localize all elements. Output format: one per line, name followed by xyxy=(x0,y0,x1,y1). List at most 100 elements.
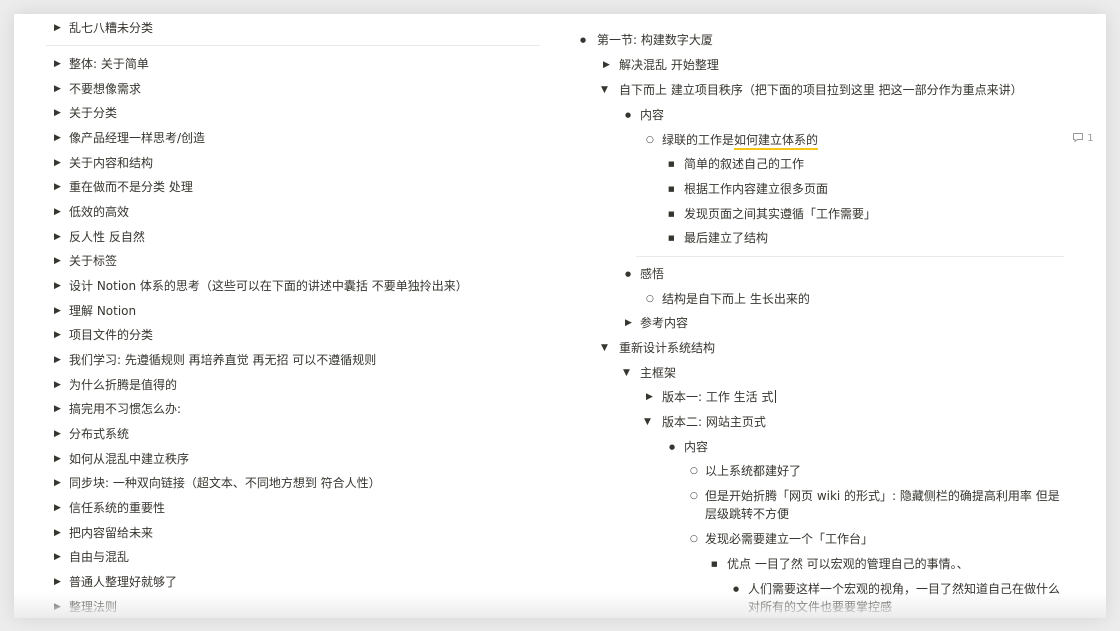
toggle-item[interactable]: 设计 Notion 体系的思考（这些可以在下面的讲述中囊括 不要单独拎出来） xyxy=(69,277,468,295)
toggle-arrow-icon[interactable]: ▶ xyxy=(54,425,61,443)
toggle-arrow-icon[interactable]: ▶ xyxy=(54,598,61,616)
toggle-arrow-icon[interactable]: ▶ xyxy=(54,154,61,172)
list-item[interactable]: 但是开始折腾「网页 wiki 的形式」: 隐藏侧栏的确提高利用率 但是层级跳转不… xyxy=(705,487,1065,523)
bullet-disc-icon: ● xyxy=(625,111,632,119)
toggle-arrow-icon[interactable]: ▶ xyxy=(54,400,61,418)
toggle-expanded-icon[interactable]: ▼ xyxy=(644,413,651,431)
toggle-arrow-icon[interactable]: ▶ xyxy=(54,104,61,122)
toggle-item[interactable]: 不要想像需求 xyxy=(69,80,141,98)
toggle-arrow-icon[interactable]: ▶ xyxy=(54,524,61,542)
list-item-work-system[interactable]: 绿联的工作是如何建立体系的 xyxy=(662,131,819,150)
bullet-square-icon: ■ xyxy=(668,160,675,168)
toggle-arrow-icon[interactable]: ▶ xyxy=(54,129,61,147)
toggle-arrow-icon[interactable]: ▶ xyxy=(54,178,61,196)
comment-indicator[interactable]: 1 xyxy=(1072,132,1094,146)
toggle-item[interactable]: 项目文件的分类 xyxy=(69,326,153,344)
toggle-item[interactable]: 普通人整理好就够了 xyxy=(69,573,177,591)
list-item[interactable]: 发现页面之间其实遵循「工作需要」 xyxy=(684,205,876,223)
toggle-arrow-icon[interactable]: ▶ xyxy=(54,474,61,492)
bullet-square-icon: ■ xyxy=(668,185,675,193)
bullet-square-icon: ■ xyxy=(668,234,675,242)
bullet-circle-icon: ○ xyxy=(646,294,654,304)
toggle-item-main-frame[interactable]: 主框架 xyxy=(640,364,676,382)
toggle-item[interactable]: 整体: 关于简单 xyxy=(69,55,149,73)
list-item-content[interactable]: 内容 xyxy=(640,106,664,124)
toggle-arrow-icon[interactable]: ▶ xyxy=(646,388,653,406)
toggle-item[interactable]: 分布式系统 xyxy=(69,425,129,443)
version-one-text: 版本一: 工作 生活 式 xyxy=(662,390,774,404)
list-item[interactable]: 根据工作内容建立很多页面 xyxy=(684,180,828,198)
comment-count: 1 xyxy=(1087,133,1094,144)
toggle-item[interactable]: 理解 Notion xyxy=(69,302,136,320)
toggle-item-uncategorized[interactable]: 乱七八糟未分类 xyxy=(69,19,153,37)
list-item[interactable]: 发现必需要建立一个「工作台」 xyxy=(705,530,873,548)
toggle-expanded-icon[interactable]: ▼ xyxy=(601,339,608,357)
toggle-item-bottom-up[interactable]: 自下而上 建立项目秩序（把下面的项目拉到这里 把这一部分作为重点来讲） xyxy=(619,81,1023,99)
toggle-expanded-icon[interactable]: ▼ xyxy=(623,364,630,382)
bullet-circle-icon: ○ xyxy=(646,135,654,145)
toggle-item[interactable]: 低效的高效 xyxy=(69,203,129,221)
toggle-expanded-icon[interactable]: ▼ xyxy=(601,81,608,99)
toggle-arrow-icon[interactable]: ▶ xyxy=(54,203,61,221)
toggle-arrow-icon[interactable]: ▶ xyxy=(603,56,610,74)
toggle-item[interactable]: 搞完用不习惯怎么办: xyxy=(69,400,181,418)
toggle-item[interactable]: 同步块: 一种双向链接（超文本、不同地方想到 符合人性） xyxy=(69,474,381,492)
bullet-square-icon: ■ xyxy=(668,210,675,218)
highlighted-commented-text[interactable]: 如何建立体系的 xyxy=(734,133,819,150)
list-item-content[interactable]: 内容 xyxy=(684,438,708,456)
list-item[interactable]: 人们需要这样一个宏观的视角，一目了然知道自己在做什么 对所有的文件也要要掌控感 xyxy=(748,580,1066,616)
list-item-insight[interactable]: 感悟 xyxy=(640,265,664,283)
toggle-item[interactable]: 关于内容和结构 xyxy=(69,154,153,172)
bullet-circle-icon: ○ xyxy=(690,466,698,476)
list-item-advantage[interactable]: 优点 一目了然 可以宏观的管理自己的事情。、 xyxy=(727,555,969,573)
toggle-arrow-icon[interactable]: ▶ xyxy=(54,80,61,98)
bullet-disc-icon: ● xyxy=(580,36,587,44)
toggle-item-version-two[interactable]: 版本二: 网站主页式 xyxy=(662,413,766,431)
list-item[interactable]: 简单的叙述自己的工作 xyxy=(684,155,804,173)
toggle-item-redesign[interactable]: 重新设计系统结构 xyxy=(619,339,715,357)
toggle-arrow-icon[interactable]: ▶ xyxy=(54,499,61,517)
toggle-item[interactable]: 我们学习: 先遵循规则 再培养直觉 再无招 可以不遵循规则 xyxy=(69,351,376,369)
toggle-item[interactable]: 如何从混乱中建立秩序 xyxy=(69,450,189,468)
toggle-item-reference[interactable]: 参考内容 xyxy=(640,314,688,332)
toggle-arrow-icon[interactable]: ▶ xyxy=(54,302,61,320)
list-item[interactable]: 结构是自下而上 生长出来的 xyxy=(662,290,810,308)
toggle-item-solve-chaos[interactable]: 解决混乱 开始整理 xyxy=(619,56,719,74)
toggle-arrow-icon[interactable]: ▶ xyxy=(54,277,61,295)
toggle-arrow-icon[interactable]: ▶ xyxy=(54,450,61,468)
toggle-item[interactable]: 把内容留给未来 xyxy=(69,524,153,542)
toggle-item[interactable]: 信任系统的重要性 xyxy=(69,499,165,517)
toggle-item[interactable]: 重在做而不是分类 处理 xyxy=(69,178,193,196)
toggle-arrow-icon[interactable]: ▶ xyxy=(54,573,61,591)
toggle-arrow-icon[interactable]: ▶ xyxy=(54,55,61,73)
toggle-item[interactable]: 像产品经理一样思考/创造 xyxy=(69,129,205,147)
toggle-item[interactable]: 关于标签 xyxy=(69,252,117,270)
toggle-arrow-icon[interactable]: ▶ xyxy=(54,19,61,37)
toggle-arrow-icon[interactable]: ▶ xyxy=(54,351,61,369)
toggle-arrow-icon[interactable]: ▶ xyxy=(54,252,61,270)
notion-page: ▶ 乱七八糟未分类 ▶ 整体: 关于简单 ▶ 不要想像需求 ▶ 关于分类 ▶ 像… xyxy=(14,14,1106,618)
toggle-item[interactable]: 反人性 反自然 xyxy=(69,228,145,246)
bullet-circle-icon: ○ xyxy=(690,534,698,544)
toggle-arrow-icon[interactable]: ▶ xyxy=(625,314,632,332)
work-prefix-text: 绿联的工作是 xyxy=(662,133,735,147)
divider xyxy=(636,256,1064,257)
bullet-disc-icon: ● xyxy=(625,270,632,278)
list-item[interactable]: 以上系统都建好了 xyxy=(705,462,801,480)
toggle-item[interactable]: 为什么折腾是值得的 xyxy=(69,376,177,394)
divider xyxy=(46,45,540,46)
toggle-item-version-one[interactable]: 版本一: 工作 生活 式 xyxy=(662,388,776,406)
toggle-arrow-icon[interactable]: ▶ xyxy=(54,548,61,566)
toggle-arrow-icon[interactable]: ▶ xyxy=(54,376,61,394)
section-heading-build-digital-tower[interactable]: 第一节: 构建数字大厦 xyxy=(597,31,713,49)
bullet-disc-icon: ● xyxy=(733,585,740,593)
text-cursor xyxy=(774,390,776,403)
bullet-disc-icon: ● xyxy=(669,443,676,451)
toggle-arrow-icon[interactable]: ▶ xyxy=(54,228,61,246)
toggle-item[interactable]: 关于分类 xyxy=(69,104,117,122)
bullet-square-icon: ■ xyxy=(711,560,718,568)
toggle-item[interactable]: 整理法则 xyxy=(69,598,117,616)
toggle-arrow-icon[interactable]: ▶ xyxy=(54,326,61,344)
list-item[interactable]: 最后建立了结构 xyxy=(684,229,768,247)
toggle-item[interactable]: 自由与混乱 xyxy=(69,548,129,566)
